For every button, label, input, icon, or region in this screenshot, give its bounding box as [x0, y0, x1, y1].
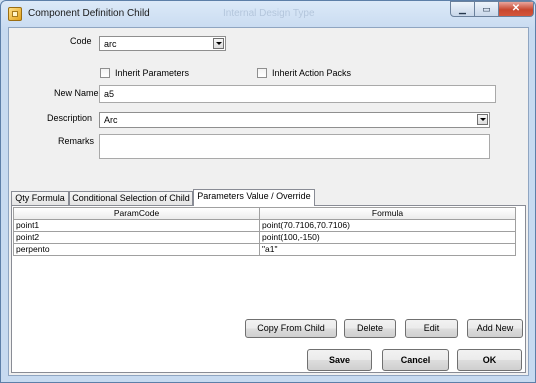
window-title: Component Definition Child — [28, 8, 150, 19]
grid-header-row: ParamCode Formula — [14, 208, 516, 220]
inherit-action-packs-label: Inherit Action Packs — [272, 68, 352, 78]
new-name-value: a5 — [104, 89, 115, 99]
background-window-title: Internal Design Type — [223, 8, 315, 19]
dialog-window: Component Definition Child Internal Desi… — [0, 0, 536, 383]
close-button[interactable]: ✕ — [498, 1, 534, 17]
column-header-formula[interactable]: Formula — [260, 208, 516, 220]
minimize-button[interactable]: ▁ — [450, 1, 475, 17]
ok-button[interactable]: OK — [457, 349, 522, 371]
parameters-tab-panel: ParamCode Formula point1 point(70.7106,7… — [11, 205, 526, 373]
chevron-down-icon[interactable] — [213, 38, 224, 49]
add-new-button[interactable]: Add New — [467, 319, 523, 338]
title-bar[interactable]: Component Definition Child Internal Desi… — [1, 1, 535, 27]
chevron-down-icon[interactable] — [477, 114, 488, 125]
paramcode-cell[interactable]: point1 — [14, 220, 260, 232]
description-label: Description — [47, 113, 93, 123]
code-combobox[interactable]: arc — [99, 36, 226, 51]
inherit-parameters-label: Inherit Parameters — [115, 68, 190, 78]
column-header-paramcode[interactable]: ParamCode — [14, 208, 260, 220]
inherit-action-packs-checkbox[interactable] — [257, 68, 267, 78]
dialog-body: Code arc Inherit Parameters Inherit Acti… — [8, 27, 529, 376]
save-button[interactable]: Save — [307, 349, 372, 371]
minimize-icon: ▁ — [459, 4, 466, 14]
edit-button[interactable]: Edit — [405, 319, 458, 338]
tab-conditional-selection[interactable]: Conditional Selection of Child — [69, 191, 193, 206]
paramcode-cell[interactable]: point2 — [14, 232, 260, 244]
tab-parameters-value-override[interactable]: Parameters Value / Override — [193, 189, 315, 206]
paramcode-cell[interactable]: perpento — [14, 244, 260, 256]
table-row[interactable]: point1 point(70.7106,70.7106) — [14, 220, 516, 232]
formula-cell[interactable]: point(100,-150) — [260, 232, 516, 244]
table-row[interactable]: perpento "a1" — [14, 244, 516, 256]
inherit-parameters-checkbox[interactable] — [100, 68, 110, 78]
close-icon: ✕ — [511, 3, 521, 14]
maximize-button[interactable]: ▭ — [474, 1, 499, 17]
remarks-label: Remarks — [58, 136, 95, 146]
table-row[interactable]: point2 point(100,-150) — [14, 232, 516, 244]
description-value: Arc — [104, 115, 118, 125]
new-name-label: New Name — [54, 88, 99, 98]
remarks-field[interactable] — [99, 134, 490, 159]
app-icon — [8, 7, 22, 21]
formula-cell[interactable]: "a1" — [260, 244, 516, 256]
description-combobox[interactable]: Arc — [99, 112, 490, 128]
cancel-button[interactable]: Cancel — [382, 349, 449, 371]
maximize-icon: ▭ — [482, 4, 491, 14]
delete-button[interactable]: Delete — [344, 319, 396, 338]
tab-qty-formula[interactable]: Qty Formula — [11, 191, 69, 206]
parameters-grid[interactable]: ParamCode Formula point1 point(70.7106,7… — [13, 207, 516, 256]
formula-cell[interactable]: point(70.7106,70.7106) — [260, 220, 516, 232]
new-name-field[interactable]: a5 — [99, 85, 496, 103]
code-label: Code — [70, 36, 92, 46]
copy-from-child-button[interactable]: Copy From Child — [245, 319, 337, 338]
code-value: arc — [104, 39, 117, 49]
